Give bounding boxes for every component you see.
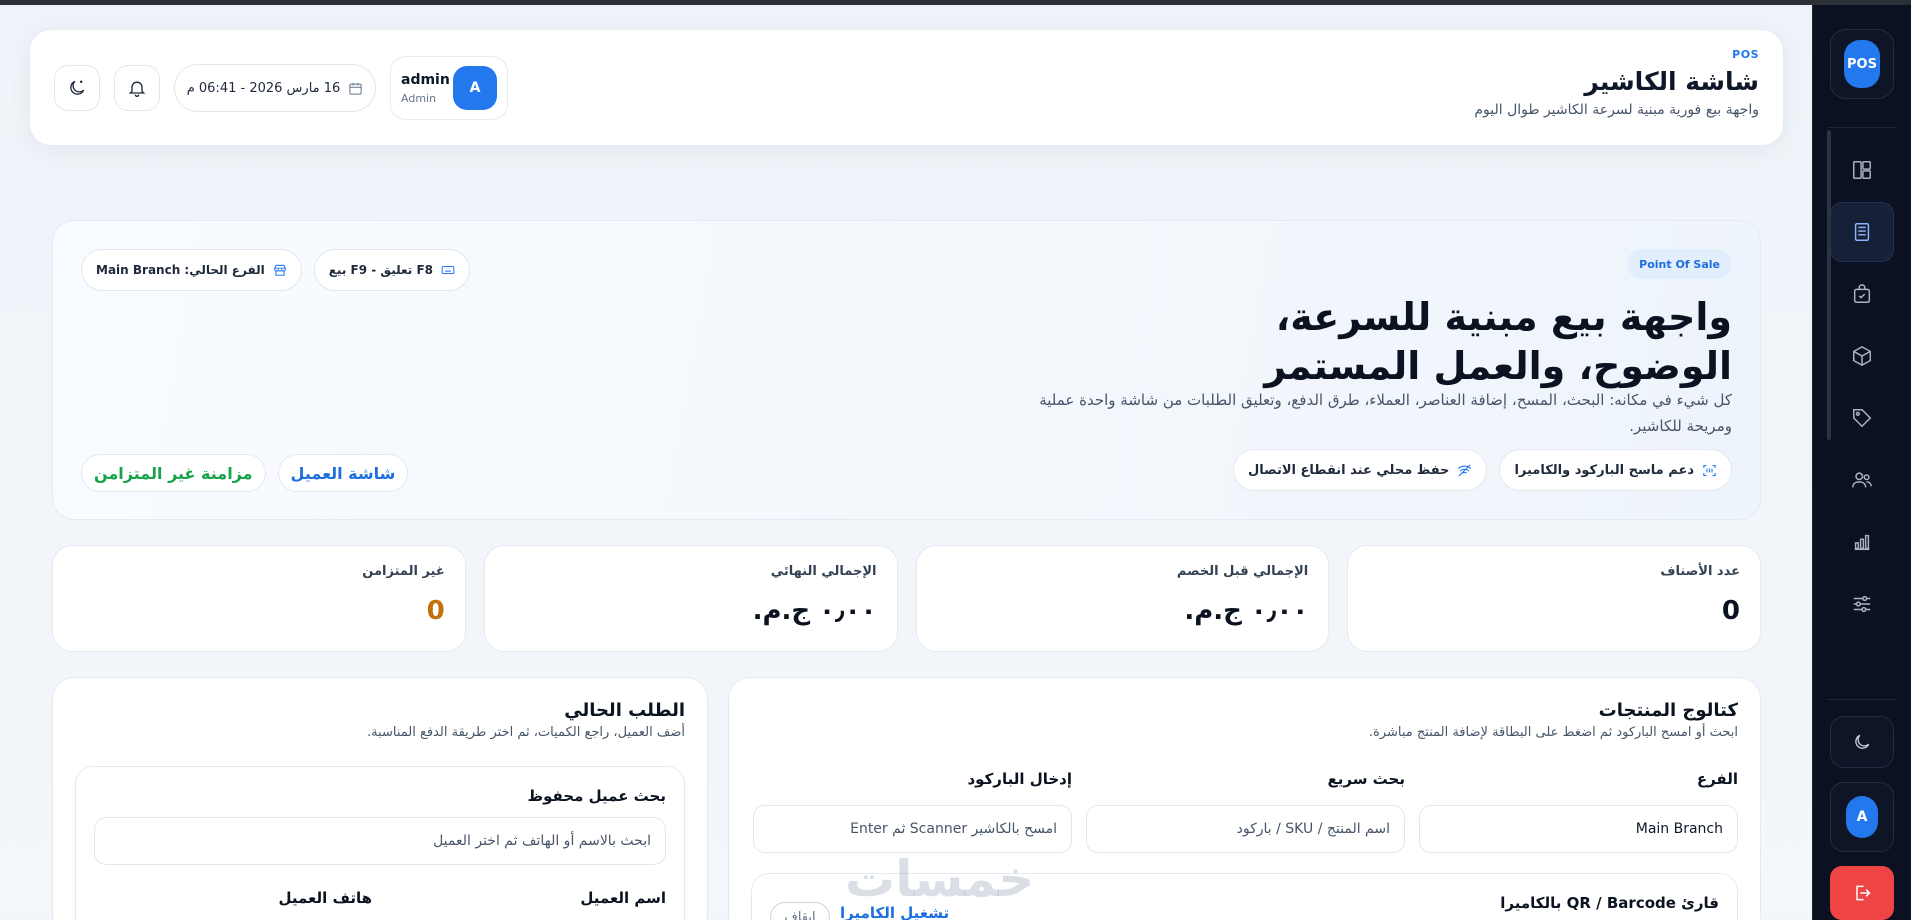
sidebar-item-tags[interactable]	[1830, 388, 1894, 448]
top-header: POS شاشة الكاشير واجهة بيع فورية مبنية ل…	[29, 29, 1784, 146]
sliders-icon	[1853, 595, 1871, 613]
quick-search-label: بحث سريع	[1327, 770, 1405, 788]
hero-panel: Point Of Sale واجهة بيع مبنية للسرعة، ال…	[52, 220, 1761, 520]
sidebar-item-pos[interactable]	[1830, 202, 1894, 262]
stat-subtotal: الإجمالي قبل الخصم ٠٫٠٠ ج.م.	[915, 545, 1330, 652]
hero-chips: الفرع الحالي: Main Branch F8 تعليق - F9 …	[81, 249, 471, 291]
hero-title: واجهة بيع مبنية للسرعة، الوضوح، والعمل ا…	[1264, 295, 1732, 389]
notifications-button[interactable]	[114, 65, 160, 111]
layout-icon	[1853, 161, 1871, 179]
customer-card: بحث عميل محفوظ ابحث بالاسم أو الهاتف ثم …	[75, 766, 685, 920]
shortcuts-chip-label: F8 تعليق - F9 بيع	[328, 263, 434, 277]
avatar: A	[1846, 796, 1878, 838]
header-kicker: POS	[1732, 48, 1759, 61]
avatar: A	[453, 66, 497, 110]
header-actions: 16 مارس 2026 - 06:41 م A admin Admin	[54, 56, 508, 120]
sidebar-logo[interactable]: POS	[1830, 29, 1894, 99]
sidebar-item-reports[interactable]	[1830, 512, 1894, 572]
user-menu[interactable]: A admin Admin	[390, 56, 508, 120]
users-icon	[1852, 472, 1872, 488]
bell-icon	[128, 81, 146, 97]
customer-phone-label: هاتف العميل	[278, 889, 372, 907]
stat-total: الإجمالي النهائي ٠٫٠٠ ج.م.	[483, 545, 898, 652]
datetime-text: 16 مارس 2026 - 06:41 م	[186, 80, 341, 96]
sidebar-scrollbar[interactable]	[1827, 130, 1831, 440]
tag-label: دعم ماسح الباركود والكاميرا	[1514, 462, 1694, 478]
branch-chip-label: الفرع الحالي: Main Branch	[96, 263, 265, 277]
stat-label: الإجمالي النهائي	[770, 564, 877, 579]
scanner-title: قارئ QR / Barcode بالكاميرا	[1500, 894, 1719, 912]
sidebar-item-settings[interactable]	[1830, 574, 1894, 634]
window-top-border	[0, 0, 1911, 5]
tag-icon	[1853, 409, 1872, 428]
tag-offline-save: حفظ محلي عند انقطاع الاتصال	[1233, 449, 1488, 491]
hero-description: كل شيء في مكانه: البحث، المسح، إضافة الع…	[1039, 391, 1732, 436]
page-title: شاشة الكاشير	[1584, 67, 1759, 96]
stat-label: عدد الأصناف	[1660, 564, 1740, 579]
stat-value: 0	[1721, 596, 1740, 626]
catalog-title: كتالوج المنتجات	[1598, 700, 1738, 721]
logout-button[interactable]	[1830, 866, 1894, 920]
user-meta: admin Admin	[401, 72, 450, 105]
logout-icon	[1856, 885, 1871, 901]
customer-screen-button[interactable]: شاشة العميل	[277, 454, 409, 492]
stat-label: الإجمالي قبل الخصم	[1176, 564, 1309, 579]
stat-label: غير المتزامن	[362, 564, 445, 579]
quick-search-input[interactable]: اسم المنتج / SKU / باركود	[1086, 805, 1405, 853]
datetime-pill: 16 مارس 2026 - 06:41 م	[174, 64, 376, 112]
stat-items-count: عدد الأصناف 0	[1347, 545, 1761, 652]
logo-text: POS	[1844, 40, 1880, 88]
stat-unsynced: غير المتزامن 0	[52, 545, 466, 652]
order-subtitle: أضف العميل، راجع الكميات، ثم اختر طريقة …	[366, 725, 685, 740]
sidebar-item-customers[interactable]	[1830, 450, 1894, 510]
moon-icon	[70, 80, 85, 95]
header-title-block: POS شاشة الكاشير واجهة بيع فورية مبنية ل…	[1474, 48, 1759, 118]
wifi-off-icon	[1458, 463, 1472, 477]
barcode-label: إدخال الباركود	[967, 770, 1072, 788]
user-role: Admin	[401, 91, 437, 105]
calendar-icon	[349, 82, 362, 95]
keyboard-icon	[441, 265, 455, 275]
stats-row: عدد الأصناف 0 الإجمالي قبل الخصم ٠٫٠٠ ج.…	[52, 545, 1761, 652]
current-order-panel: الطلب الحالي أضف العميل، راجع الكميات، ث…	[52, 677, 708, 920]
branch-select[interactable]: Main Branch	[1419, 805, 1738, 853]
async-sync-button[interactable]: مزامنة غير المتزامن	[81, 454, 266, 492]
sidebar-item-orders[interactable]	[1830, 264, 1894, 324]
box-icon	[1853, 345, 1871, 367]
order-title: الطلب الحالي	[564, 700, 685, 721]
sidebar-item-products[interactable]	[1830, 326, 1894, 386]
sidebar-item-dashboard[interactable]	[1830, 140, 1894, 200]
watermark-logo: خمسات	[845, 850, 1035, 908]
chart-icon	[1854, 534, 1870, 551]
theme-toggle-button[interactable]	[54, 65, 100, 111]
stat-value: ٠٫٠٠ ج.م.	[1184, 596, 1309, 626]
moon-icon	[1855, 734, 1870, 749]
barcode-input[interactable]: امسح بالكاشير Scanner ثم Enter	[753, 805, 1072, 853]
store-icon	[273, 264, 286, 276]
sidebar: POS A	[1812, 5, 1911, 920]
shortcuts-chip: F8 تعليق - F9 بيع	[313, 249, 471, 291]
customer-search-label: بحث عميل محفوظ	[527, 787, 666, 805]
stat-value: 0	[426, 596, 445, 626]
sidebar-nav	[1830, 140, 1894, 634]
stat-value: ٠٫٠٠ ج.م.	[752, 596, 877, 626]
tag-label: حفظ محلي عند انقطاع الاتصال	[1248, 462, 1450, 478]
register-icon	[1854, 223, 1870, 241]
customer-name-label: اسم العميل	[580, 889, 666, 907]
branch-label: الفرع	[1696, 770, 1738, 788]
hero-badge: Point Of Sale	[1627, 249, 1732, 279]
user-name: admin	[401, 71, 450, 88]
stop-camera-button[interactable]: إيقاف	[770, 902, 830, 920]
catalog-subtitle: ابحث أو امسح الباركود ثم اضغط على البطاق…	[1368, 725, 1738, 740]
sidebar-theme-toggle[interactable]	[1830, 716, 1894, 768]
scan-icon	[1703, 464, 1716, 476]
hero-actions: مزامنة غير المتزامن شاشة العميل	[81, 454, 409, 492]
bag-icon	[1853, 284, 1871, 303]
customer-search-input[interactable]: ابحث بالاسم أو الهاتف ثم اختر العميل	[94, 817, 666, 865]
page-subtitle: واجهة بيع فورية مبنية لسرعة الكاشير طوال…	[1474, 102, 1759, 118]
sidebar-user[interactable]: A	[1830, 782, 1894, 852]
tag-scanner-support: دعم ماسح الباركود والكاميرا	[1499, 449, 1732, 491]
hero-tags: دعم ماسح الباركود والكاميرا حفظ محلي عند…	[1233, 449, 1732, 491]
branch-chip: الفرع الحالي: Main Branch	[81, 249, 302, 291]
